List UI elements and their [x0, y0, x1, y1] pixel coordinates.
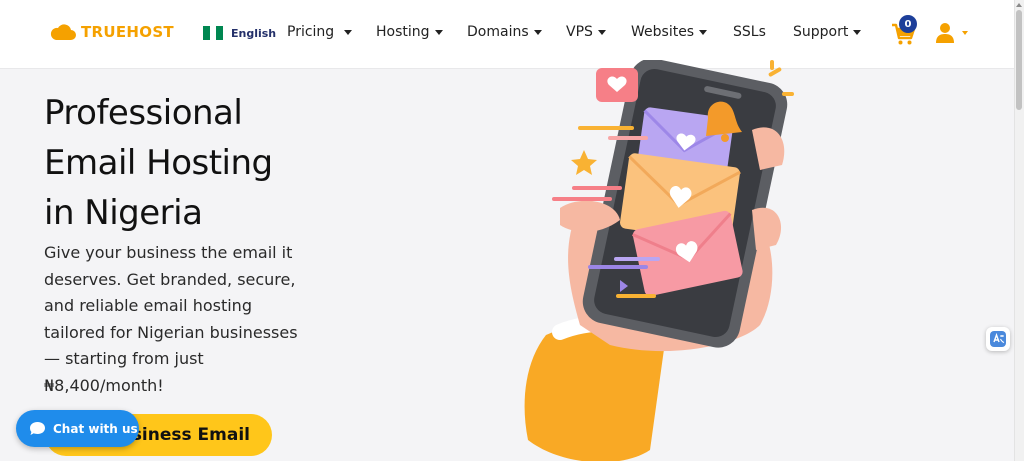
nav-label: VPS	[566, 24, 593, 40]
translate-icon	[990, 331, 1006, 347]
hero-title-line: in Nigeria	[44, 193, 203, 233]
hero-title: Professional Email Hosting in Nigeria	[44, 88, 374, 238]
hero-description-line: — starting from just	[44, 349, 204, 368]
caret-down-icon	[699, 29, 708, 35]
nav-vps[interactable]: VPS	[566, 24, 606, 40]
language-selector[interactable]: English	[203, 26, 276, 40]
nav-ssls[interactable]: SSLs	[733, 24, 766, 40]
nav-label: Websites	[631, 24, 695, 40]
chat-bubble-icon	[30, 422, 45, 435]
language-label: English	[231, 26, 277, 40]
hero-description-line: tailored for Nigerian businesses	[44, 322, 298, 342]
hero-title-line: Email Hosting	[44, 143, 273, 183]
nav-domains[interactable]: Domains	[467, 24, 542, 40]
nigeria-flag-icon	[203, 26, 224, 40]
nav-pricing[interactable]: Pricing	[287, 24, 353, 40]
chat-label: Chat with us	[53, 421, 138, 436]
brand-name: TRUEHOST	[81, 23, 174, 41]
translate-button[interactable]	[986, 327, 1010, 351]
scrollbar-thumb[interactable]	[1016, 10, 1022, 110]
caret-down-icon	[597, 29, 606, 35]
hero-description-line: ₦8,400/month!	[44, 375, 164, 395]
site-header: TRUEHOST English Pricing Hosting Domains…	[0, 0, 1014, 69]
hero-description-line: deserves. Get branded, secure,	[44, 269, 296, 289]
hero-title-line: Professional	[44, 93, 243, 133]
caret-down-icon	[533, 29, 542, 35]
cta-label: siness Email	[131, 425, 250, 445]
nav-hosting[interactable]: Hosting	[376, 24, 443, 40]
nav-label: Hosting	[376, 24, 430, 40]
brand-logo[interactable]: TRUEHOST	[50, 23, 174, 41]
scroll-up-arrow-icon[interactable]	[1016, 3, 1022, 7]
caret-down-icon	[344, 29, 353, 35]
account-caret-icon[interactable]	[962, 31, 968, 35]
caret-down-icon	[434, 29, 443, 35]
nav-support[interactable]: Support	[793, 24, 862, 40]
nav-label: Support	[793, 24, 849, 40]
cart-count-badge: 0	[899, 15, 917, 33]
hero-description-line: and reliable email hosting	[44, 296, 252, 315]
hero-description: Give your business the email it deserves…	[44, 240, 344, 399]
nav-label: Pricing	[287, 24, 335, 40]
user-icon[interactable]	[935, 22, 955, 44]
page: TRUEHOST English Pricing Hosting Domains…	[0, 0, 1024, 461]
nav-websites[interactable]: Websites	[631, 24, 708, 40]
phone-email-illustration	[524, 60, 794, 461]
chat-with-us-button[interactable]: Chat with us	[16, 410, 139, 447]
nav-label: Domains	[467, 24, 529, 40]
caret-down-icon	[853, 29, 862, 35]
nav-label: SSLs	[733, 24, 766, 40]
cloud-icon	[50, 23, 76, 40]
hero-description-line: Give your business the email it	[44, 243, 293, 262]
